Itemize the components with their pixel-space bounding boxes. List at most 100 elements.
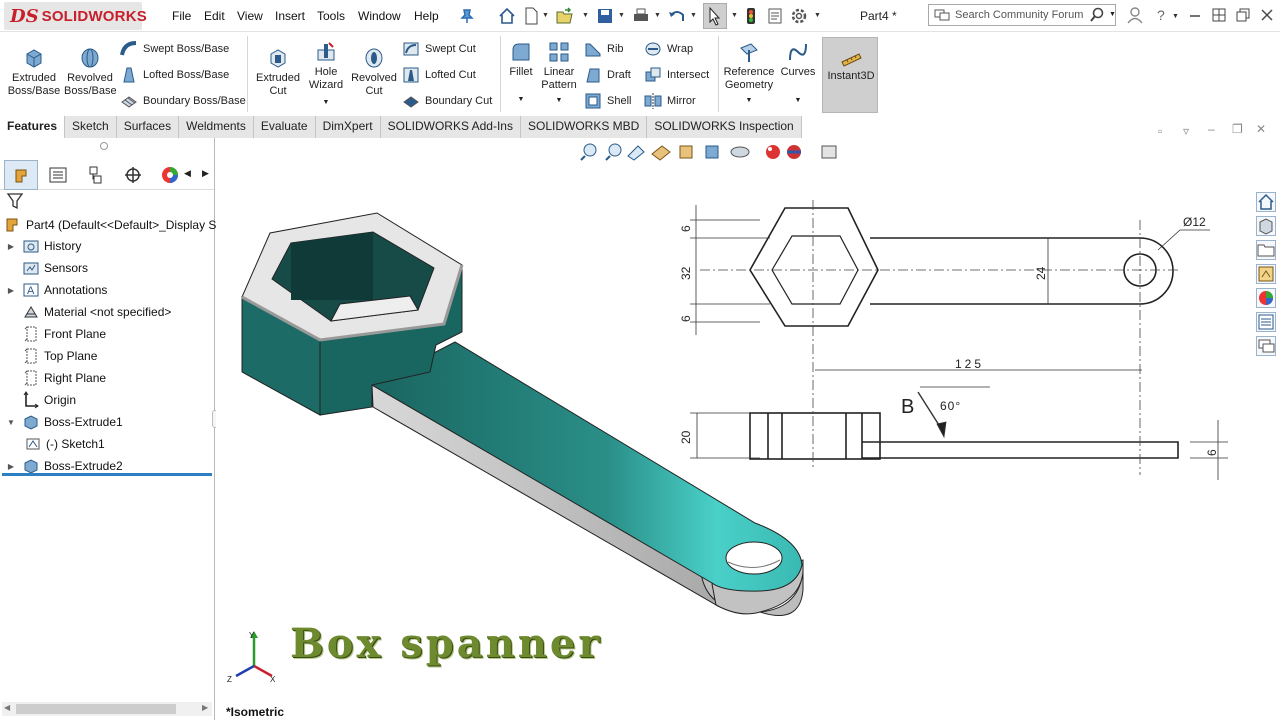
appearances-scenes-icon[interactable] xyxy=(1256,288,1276,308)
forum-icon[interactable] xyxy=(1256,336,1276,356)
previous-view-icon[interactable] xyxy=(627,145,645,161)
section-view-icon[interactable] xyxy=(651,145,671,161)
print-icon[interactable] xyxy=(632,7,650,25)
scroll-left-icon[interactable]: ◀ xyxy=(4,703,10,712)
options-gear-icon[interactable] xyxy=(790,7,808,25)
linear-pattern-dropdown-icon[interactable]: ▼ xyxy=(539,94,579,107)
file-explorer-icon[interactable] xyxy=(1256,240,1276,260)
menu-tools[interactable]: Tools xyxy=(317,9,345,23)
tree-item-top-plane[interactable]: Top Plane xyxy=(0,346,97,366)
boundary-cut-button[interactable]: Boundary Cut xyxy=(402,92,492,110)
dimxpert-manager-icon[interactable] xyxy=(123,165,143,185)
viewport-minimize-icon[interactable]: – xyxy=(1208,122,1215,136)
tab-evaluate[interactable]: Evaluate xyxy=(253,116,316,138)
curves-dropdown-icon[interactable]: ▼ xyxy=(778,94,818,107)
help-icon[interactable]: ? xyxy=(1152,6,1170,24)
tree-item-boss-extrude1[interactable]: ▼ Boss-Extrude1 xyxy=(0,412,123,432)
property-manager-icon[interactable] xyxy=(48,165,68,185)
tree-item-origin[interactable]: Origin xyxy=(0,390,76,410)
linear-pattern-button[interactable]: Linear Pattern ▼ xyxy=(539,40,579,107)
revolved-boss-button[interactable]: Revolved Boss/Base xyxy=(64,46,117,98)
rollback-bar[interactable] xyxy=(2,473,212,476)
tab-weldments[interactable]: Weldments xyxy=(179,116,254,138)
tree-root-part[interactable]: Part4 (Default<<Default>_Display Sta xyxy=(4,215,226,235)
search-input[interactable]: Search Community Forum ▼ xyxy=(928,4,1116,26)
close-icon[interactable] xyxy=(1258,6,1276,24)
menu-view[interactable]: View xyxy=(237,9,263,23)
tree-item-right-plane[interactable]: Right Plane xyxy=(0,368,106,388)
hide-show-items-icon[interactable] xyxy=(730,146,750,158)
tabs-scroll-right-icon[interactable]: ▶ xyxy=(202,168,209,179)
feature-manager-tab[interactable] xyxy=(4,160,38,190)
select-dropdown-icon[interactable]: ▼ xyxy=(731,12,738,19)
tab-dimxpert[interactable]: DimXpert xyxy=(315,116,381,138)
tree-item-history[interactable]: ▶ History xyxy=(0,236,81,256)
save-dropdown-icon[interactable]: ▼ xyxy=(618,12,625,19)
expand-arrow-icon[interactable]: ▶ xyxy=(0,242,22,251)
hole-wizard-button[interactable]: Hole Wizard ▼ xyxy=(306,40,346,109)
zoom-to-area-icon[interactable] xyxy=(605,143,622,161)
tree-item-front-plane[interactable]: Front Plane xyxy=(0,324,106,344)
print-dropdown-icon[interactable]: ▼ xyxy=(654,12,661,19)
zoom-to-fit-icon[interactable] xyxy=(580,143,597,161)
solidworks-resources-icon[interactable] xyxy=(1256,192,1276,212)
tab-solidworks-add-ins[interactable]: SOLIDWORKS Add-Ins xyxy=(380,116,521,138)
select-button[interactable] xyxy=(703,3,727,29)
extruded-boss-button[interactable]: Extruded Boss/Base xyxy=(6,46,62,98)
configuration-manager-icon[interactable] xyxy=(86,165,106,185)
scroll-right-icon[interactable]: ▶ xyxy=(202,703,208,712)
intersect-button[interactable]: Intersect xyxy=(644,66,709,84)
instant3d-button[interactable]: Instant3D xyxy=(822,37,878,113)
tree-item-annotations[interactable]: ▶ A Annotations xyxy=(0,280,107,300)
rebuild-icon[interactable] xyxy=(742,7,760,25)
tab-surfaces[interactable]: Surfaces xyxy=(116,116,180,138)
tree-item-sensors[interactable]: Sensors xyxy=(0,258,88,278)
lofted-cut-button[interactable]: Lofted Cut xyxy=(402,66,476,84)
solidworks-logo[interactable]: DS SOLIDWORKS xyxy=(4,2,147,30)
viewport-maximize-icon[interactable]: ▫ xyxy=(1158,124,1162,138)
apply-scene-icon[interactable] xyxy=(787,145,801,159)
open-dropdown-icon[interactable]: ▼ xyxy=(582,12,589,19)
scrollbar-thumb[interactable] xyxy=(16,704,176,714)
user-icon[interactable] xyxy=(1126,6,1144,24)
expand-arrow-icon[interactable]: ▶ xyxy=(0,462,22,471)
minimize-icon[interactable] xyxy=(1186,6,1204,24)
swept-boss-button[interactable]: Swept Boss/Base xyxy=(120,40,229,58)
design-library-icon[interactable] xyxy=(1256,216,1276,236)
save-icon[interactable] xyxy=(596,7,614,25)
tabs-scroll-left-icon[interactable]: ◀ xyxy=(184,168,191,179)
display-manager-icon[interactable] xyxy=(160,165,180,185)
reference-geometry-button[interactable]: Reference Geometry ▼ xyxy=(722,40,776,107)
menu-window[interactable]: Window xyxy=(358,9,401,23)
new-document-icon[interactable] xyxy=(522,7,540,25)
display-style-icon[interactable] xyxy=(705,145,719,159)
lofted-boss-button[interactable]: Lofted Boss/Base xyxy=(120,66,229,84)
window-tile-icon[interactable] xyxy=(1210,6,1228,24)
collapse-arrow-icon[interactable]: ▼ xyxy=(0,418,22,427)
edit-appearance-icon[interactable] xyxy=(766,145,780,159)
menu-insert[interactable]: Insert xyxy=(275,9,305,23)
tab-features[interactable]: Features xyxy=(0,116,66,138)
search-icon[interactable] xyxy=(1089,7,1105,23)
undo-icon[interactable] xyxy=(668,7,686,25)
view-orientation-icon[interactable] xyxy=(679,145,693,159)
mirror-button[interactable]: Mirror xyxy=(644,92,696,110)
tab-sketch[interactable]: Sketch xyxy=(65,116,117,138)
open-icon[interactable] xyxy=(556,7,574,25)
menu-file[interactable]: File xyxy=(172,9,191,23)
viewport-close-icon[interactable]: ✕ xyxy=(1256,122,1266,136)
tree-horizontal-scrollbar[interactable]: ◀ ▶ xyxy=(2,702,212,716)
viewport-restore-icon[interactable]: ❐ xyxy=(1232,122,1243,136)
view-settings-icon[interactable] xyxy=(821,145,837,159)
undo-dropdown-icon[interactable]: ▼ xyxy=(690,12,697,19)
boundary-boss-button[interactable]: Boundary Boss/Base xyxy=(120,92,246,110)
tree-item-material[interactable]: Material <not specified> xyxy=(0,302,171,322)
expand-arrow-icon[interactable]: ▶ xyxy=(0,286,22,295)
rib-button[interactable]: Rib xyxy=(584,40,624,58)
help-dropdown-icon[interactable]: ▼ xyxy=(1172,13,1179,20)
extruded-cut-button[interactable]: Extruded Cut xyxy=(252,46,304,98)
pin-icon[interactable] xyxy=(458,7,476,25)
fillet-dropdown-icon[interactable]: ▼ xyxy=(504,93,538,106)
panel-grip-icon[interactable] xyxy=(100,142,108,150)
wrap-button[interactable]: Wrap xyxy=(644,40,693,58)
